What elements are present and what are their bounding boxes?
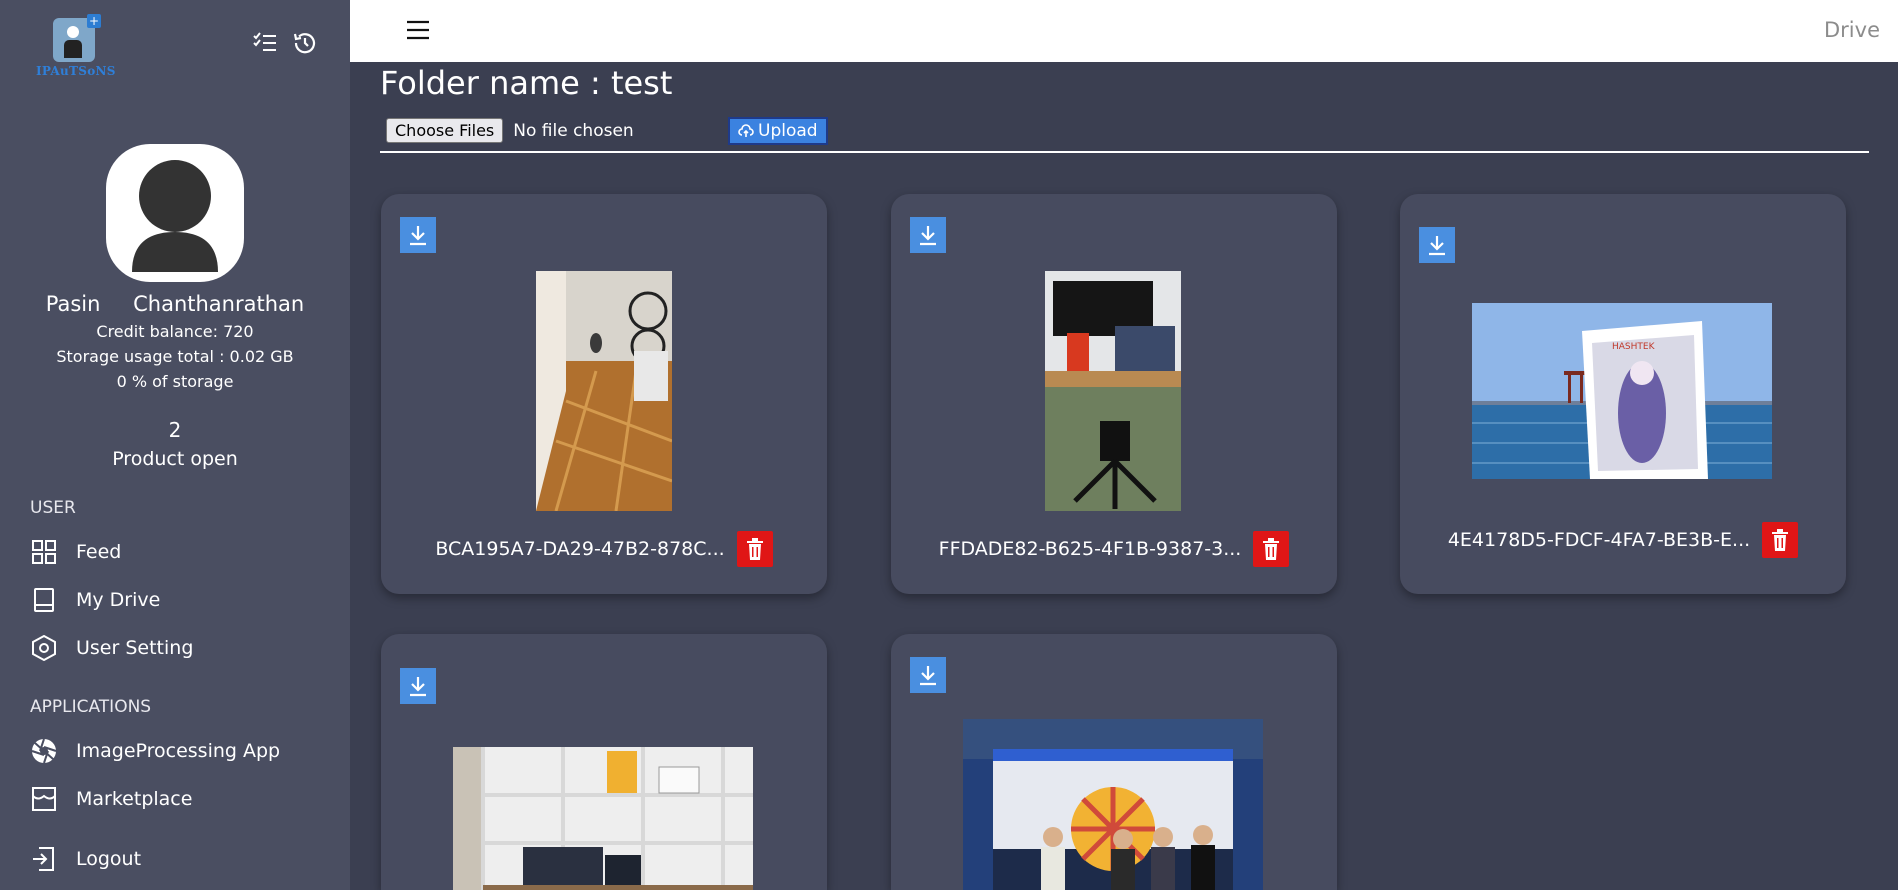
folder-title: Folder name : test [380, 64, 673, 102]
download-button[interactable] [910, 657, 946, 693]
credit-balance: Credit balance: 720 [96, 322, 254, 341]
file-card: HASHTEK 4E4178D5-FDCF-4FA7-BE3B-E... [1400, 194, 1846, 594]
product-label: Product open [112, 448, 238, 470]
download-button[interactable] [400, 668, 436, 704]
delete-button[interactable] [1762, 522, 1799, 558]
app-logo[interactable]: + IPAuTSoNS [36, 14, 116, 78]
download-icon [920, 226, 936, 246]
sidebar-item-label: User Setting [76, 637, 194, 659]
storage-percent: 0 % of storage [116, 372, 234, 391]
file-name: FFDADE82-B625-4F1B-9387-3... [938, 538, 1242, 560]
file-input[interactable]: Choose Files No file chosen [386, 118, 634, 143]
file-caption: 4E4178D5-FDCF-4FA7-BE3B-E... [1400, 522, 1846, 558]
download-icon [920, 666, 936, 686]
file-name: BCA195A7-DA29-47B2-878C... [435, 538, 725, 560]
file-card: BCA195A7-DA29-47B2-878C... [381, 194, 827, 594]
no-file-text: No file chosen [513, 120, 634, 141]
file-caption: BCA195A7-DA29-47B2-878C... [381, 531, 827, 567]
file-thumbnail[interactable]: HASHTEK [1472, 303, 1772, 479]
logo-mark-icon: + [53, 14, 101, 62]
file-thumbnail[interactable] [536, 271, 672, 511]
top-bar: Drive [350, 0, 1898, 62]
logout-label: Logout [76, 848, 142, 870]
download-icon [410, 677, 426, 697]
download-button[interactable] [400, 217, 436, 253]
logout-button[interactable]: Logout [30, 843, 141, 875]
divider [380, 151, 1869, 153]
history-icon[interactable] [292, 30, 318, 56]
sidebar-item-imageprocessing[interactable]: ImageProcessing App [30, 735, 280, 767]
upload-label: Upload [758, 121, 818, 141]
sidebar-item-my-drive[interactable]: My Drive [30, 584, 160, 616]
delete-button[interactable] [736, 531, 773, 567]
logout-icon [30, 845, 58, 873]
file-name: 4E4178D5-FDCF-4FA7-BE3B-E... [1447, 529, 1751, 551]
file-caption: FFDADE82-B625-4F1B-9387-3... [891, 531, 1337, 567]
hamburger-menu-icon[interactable] [406, 19, 430, 45]
upload-button[interactable]: Upload [728, 117, 828, 145]
storage-usage: Storage usage total : 0.02 GB [56, 347, 294, 366]
user-name: Pasin Chanthanrathan [45, 292, 305, 316]
sidebar-item-user-setting[interactable]: User Setting [30, 632, 193, 664]
download-icon [410, 226, 426, 246]
section-user: USER [30, 498, 76, 518]
sidebar-item-label: My Drive [76, 589, 161, 611]
logo-text: IPAuTSoNS [36, 64, 116, 78]
sidebar-item-label: Marketplace [76, 788, 193, 810]
sidebar-item-feed[interactable]: Feed [30, 536, 121, 568]
file-card: FFDADE82-B625-4F1B-9387-3... [891, 194, 1337, 594]
file-card [381, 634, 827, 890]
sidebar-item-marketplace[interactable]: Marketplace [30, 783, 192, 815]
trash-icon [1263, 538, 1280, 560]
grid-icon [30, 538, 58, 566]
file-thumbnail[interactable] [963, 719, 1263, 890]
trash-icon [746, 538, 763, 560]
download-button[interactable] [910, 217, 946, 253]
avatar[interactable] [106, 144, 244, 282]
file-card [891, 634, 1337, 890]
sidebar-item-label: Feed [76, 541, 122, 563]
checklist-icon[interactable] [252, 30, 278, 56]
file-thumbnail[interactable] [453, 747, 753, 890]
choose-files-button[interactable]: Choose Files [386, 118, 504, 143]
sidebar-top-icons [252, 30, 318, 56]
aperture-icon [30, 737, 58, 765]
sidebar: + IPAuTSoNS Pasin Chanthanrathan Credit … [0, 0, 350, 890]
store-icon [30, 785, 58, 813]
hexagon-settings-icon [30, 634, 58, 662]
download-icon [1429, 236, 1445, 256]
svg-text:HASHTEK: HASHTEK [1612, 342, 1656, 352]
cloud-upload-icon [738, 124, 754, 137]
sidebar-item-label: ImageProcessing App [76, 740, 281, 762]
download-button[interactable] [1419, 227, 1455, 263]
section-applications: APPLICATIONS [30, 697, 152, 717]
trash-icon [1772, 529, 1789, 551]
delete-button[interactable] [1253, 531, 1290, 567]
product-count: 2 [168, 418, 182, 442]
drive-icon [30, 586, 58, 614]
page-title-drive: Drive [1824, 18, 1880, 42]
file-thumbnail[interactable] [1045, 271, 1181, 511]
